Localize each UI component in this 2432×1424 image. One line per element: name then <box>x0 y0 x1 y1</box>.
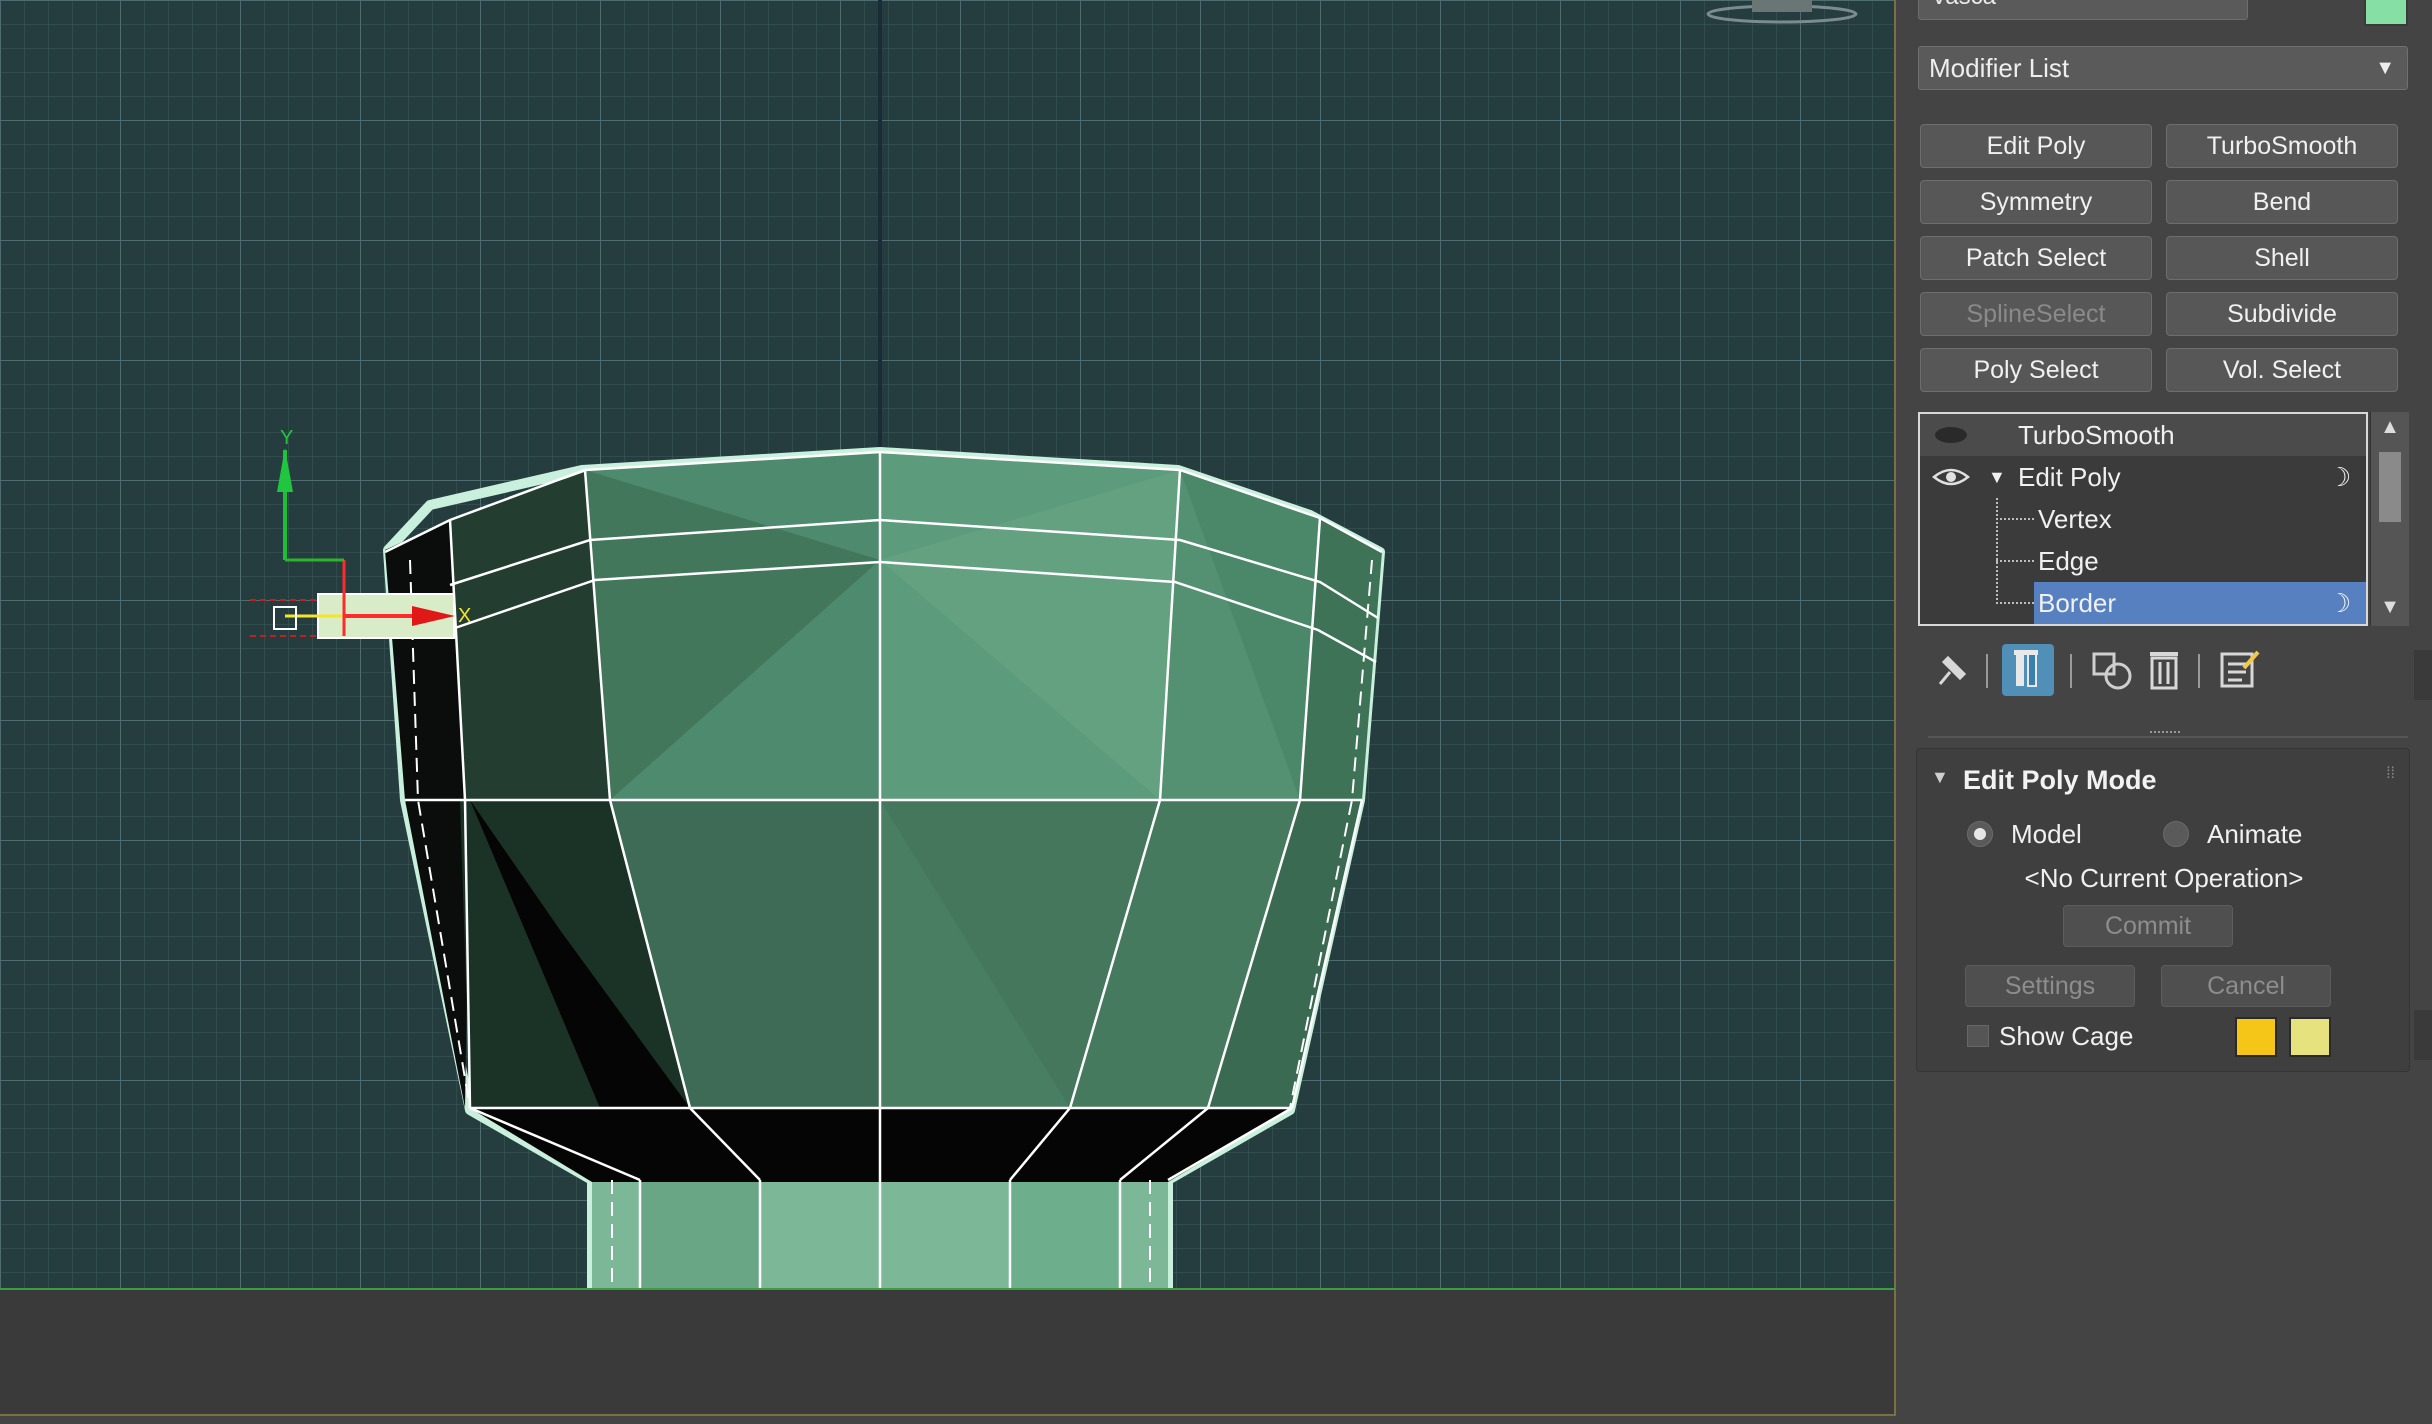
cage-color-swatch[interactable] <box>2235 1017 2277 1057</box>
edit-poly-mode-rollout: ▼ Edit Poly Mode ⁞⁞ Model Animate <No Cu… <box>1916 748 2410 1072</box>
splineselect-button[interactable]: SplineSelect <box>1920 292 2152 336</box>
animate-radio[interactable] <box>2163 821 2189 847</box>
model-radio[interactable] <box>1967 821 1993 847</box>
configure-modifier-sets-icon[interactable] <box>2214 644 2266 696</box>
viewport-status-area <box>0 1288 1896 1416</box>
cage-selected-color-swatch[interactable] <box>2289 1017 2331 1057</box>
moon-icon: ☽ <box>2328 588 2352 618</box>
stack-subitem-vertex[interactable]: Vertex <box>1920 498 2366 540</box>
tree-connector <box>1996 560 2034 562</box>
patch-select-button[interactable]: Patch Select <box>1920 236 2152 280</box>
tree-connector <box>1996 602 2034 604</box>
tree-connector <box>1996 518 2034 520</box>
scroll-thumb[interactable] <box>2379 452 2401 522</box>
stack-scrollbar[interactable]: ▲ ▼ <box>2370 412 2409 626</box>
stack-subitem-border[interactable]: Border ☽ <box>1920 582 2366 624</box>
subdivide-button[interactable]: Subdivide <box>2166 292 2398 336</box>
poly-select-button[interactable]: Poly Select <box>1920 348 2152 392</box>
tree-vertical-line <box>1996 498 1998 604</box>
settings-button[interactable]: Settings <box>1965 965 2135 1007</box>
eye-icon[interactable] <box>1932 466 1970 488</box>
object-color-swatch[interactable] <box>2364 0 2408 26</box>
modifier-list-label: Modifier List <box>1929 53 2070 83</box>
scroll-up-icon[interactable]: ▲ <box>2371 416 2409 439</box>
side-tab[interactable] <box>2414 1010 2432 1060</box>
show-cage-checkbox[interactable] <box>1967 1025 1989 1047</box>
stack-item-edit-poly[interactable]: ▼ Edit Poly ☽ <box>1920 456 2366 498</box>
symmetry-button[interactable]: Symmetry <box>1920 180 2152 224</box>
pin-stack-icon[interactable] <box>1926 644 1978 696</box>
show-end-result-icon[interactable] <box>2002 644 2054 696</box>
show-cage-label: Show Cage <box>1999 1021 2134 1051</box>
make-unique-icon[interactable] <box>2086 644 2138 696</box>
vol-select-button[interactable]: Vol. Select <box>2166 348 2398 392</box>
animate-label: Animate <box>2207 819 2303 849</box>
modifier-list-dropdown[interactable]: Modifier List ▼ <box>1918 46 2408 90</box>
rollout-title[interactable]: Edit Poly Mode <box>1963 765 2157 796</box>
edit-poly-button[interactable]: Edit Poly <box>1920 124 2152 168</box>
splitter-grip-icon[interactable] <box>2150 731 2180 733</box>
modifier-stack[interactable]: TurboSmooth ▼ Edit Poly ☽ Vertex Edge Bo… <box>1918 412 2368 626</box>
object-name-field[interactable]: Vasca <box>1918 0 2248 20</box>
eye-off-icon[interactable] <box>1934 426 1968 444</box>
panel-splitter[interactable] <box>1928 736 2408 738</box>
commit-button[interactable]: Commit <box>2063 905 2233 947</box>
moon-icon: ☽ <box>2328 462 2352 492</box>
stack-item-label: TurboSmooth <box>2018 420 2175 450</box>
stack-item-label: Border <box>2038 588 2117 618</box>
rollout-grip-icon[interactable]: ⁞⁞ <box>2386 765 2395 783</box>
cancel-button[interactable]: Cancel <box>2161 965 2331 1007</box>
viewport-front[interactable]: X Y <box>0 0 1896 1288</box>
scroll-down-icon[interactable]: ▼ <box>2371 596 2409 619</box>
shell-button[interactable]: Shell <box>2166 236 2398 280</box>
stack-item-label: Edit Poly <box>2018 462 2121 492</box>
side-tab[interactable] <box>2414 650 2432 700</box>
stack-item-label: Vertex <box>2038 504 2112 534</box>
rollout-collapse-icon[interactable]: ▼ <box>1931 767 1949 788</box>
turbosmooth-button[interactable]: TurboSmooth <box>2166 124 2398 168</box>
stack-item-label: Edge <box>2038 546 2099 576</box>
command-panel: Vasca Modifier List ▼ Edit Poly TurboSmo… <box>1898 0 2432 1424</box>
current-operation-text: <No Current Operation> <box>2024 863 2304 893</box>
stack-subitem-edge[interactable]: Edge <box>1920 540 2366 582</box>
model-label: Model <box>2011 819 2082 849</box>
stack-item-turbosmooth[interactable]: TurboSmooth <box>1920 414 2366 456</box>
remove-modifier-icon[interactable] <box>2138 644 2190 696</box>
bend-button[interactable]: Bend <box>2166 180 2398 224</box>
dropdown-arrow-icon: ▼ <box>2375 57 2395 79</box>
viewport-canvas[interactable]: X Y <box>0 0 1894 1288</box>
gizmo-x-label: X <box>458 605 471 627</box>
collapse-triangle-icon[interactable]: ▼ <box>1988 456 2006 498</box>
gizmo-y-label: Y <box>280 427 293 449</box>
